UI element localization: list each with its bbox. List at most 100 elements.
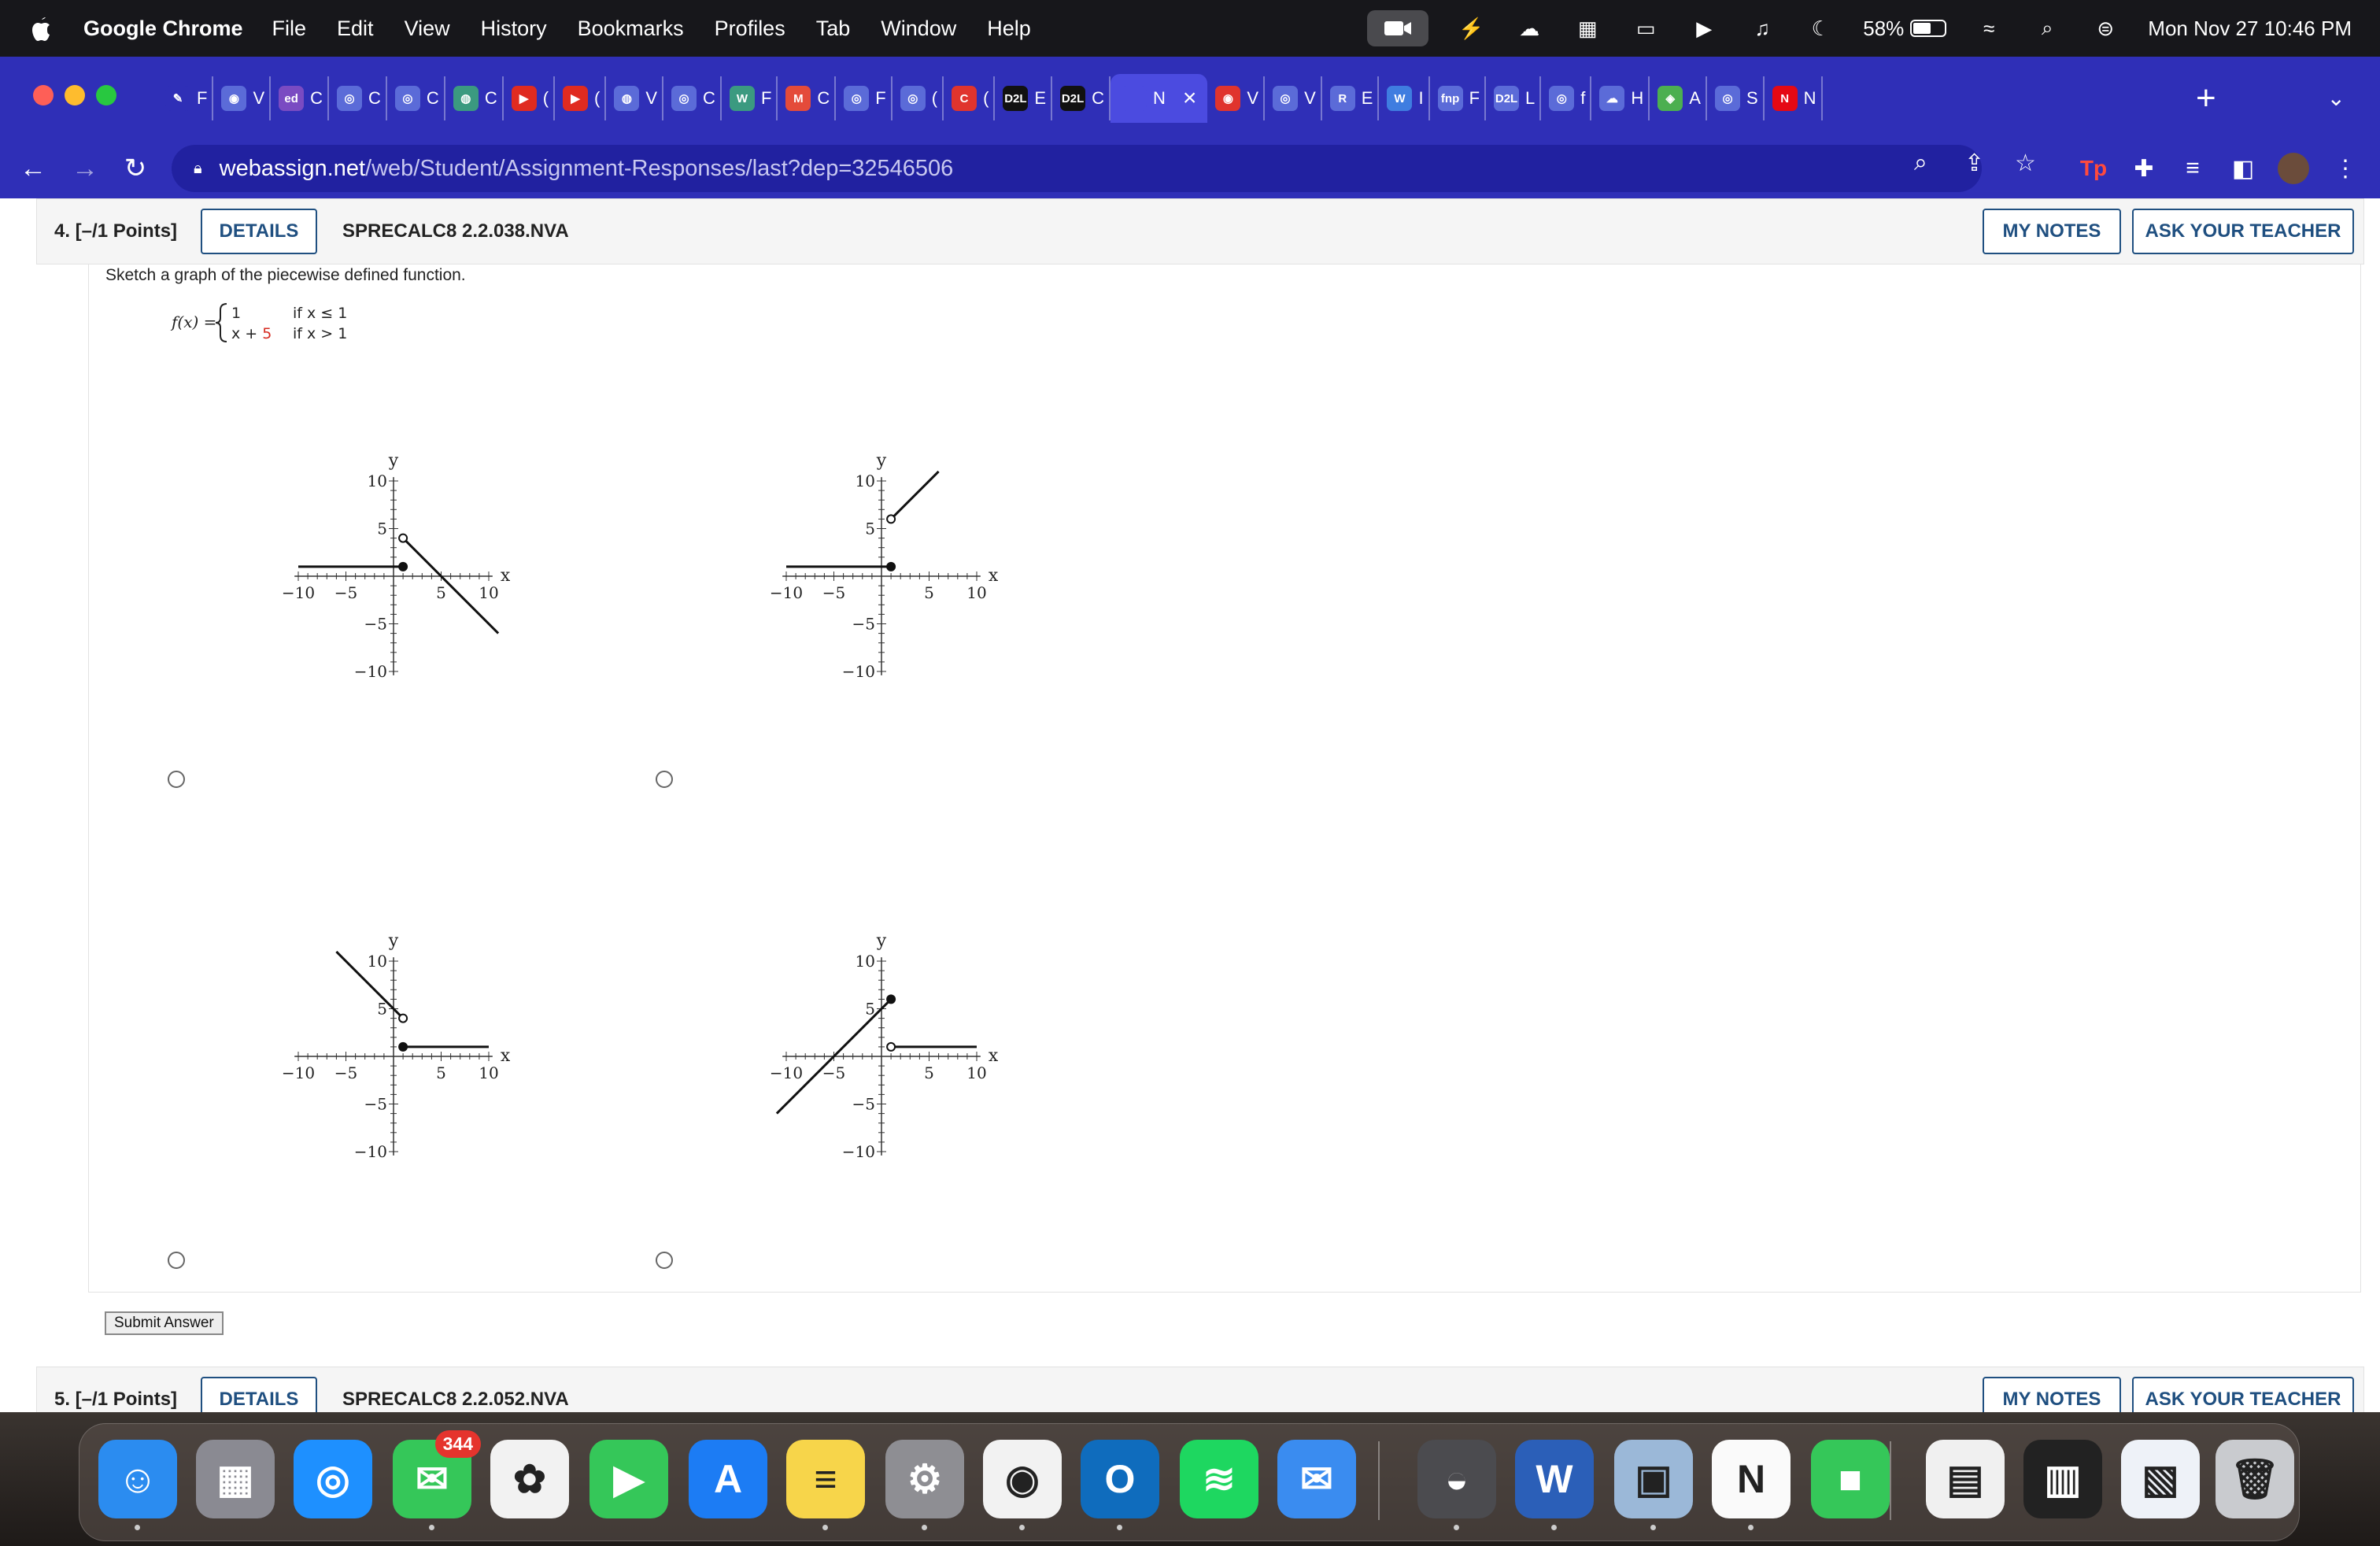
- cloud-icon[interactable]: ☁: [1513, 14, 1545, 43]
- dock-mail-icon[interactable]: ✉: [1277, 1440, 1356, 1518]
- keyboard-icon[interactable]: ▦: [1572, 14, 1603, 43]
- dock-notes-icon[interactable]: ≡: [786, 1440, 865, 1518]
- browser-tab[interactable]: ◎(: [893, 76, 944, 120]
- spotlight-search-icon[interactable]: ⌕: [2031, 14, 2063, 43]
- dock-messages-icon[interactable]: ✉ 344: [393, 1430, 481, 1518]
- browser-tab[interactable]: ☁ H: [1591, 76, 1650, 120]
- answer-b-radio[interactable]: [656, 771, 673, 788]
- chrome-menu-icon[interactable]: ⋮: [2326, 150, 2364, 187]
- browser-tab[interactable]: C(: [944, 76, 996, 120]
- dock-preview-icon[interactable]: ▣: [1614, 1440, 1693, 1518]
- battery-indicator[interactable]: 58%: [1863, 17, 1947, 41]
- browser-tab[interactable]: NN: [1765, 76, 1823, 120]
- display-icon[interactable]: ▭: [1630, 14, 1661, 43]
- menu-window[interactable]: Window: [881, 17, 956, 41]
- dock-word-icon[interactable]: W: [1515, 1440, 1594, 1518]
- new-tab-plus-icon[interactable]: +: [2196, 79, 2216, 118]
- wifi-icon[interactable]: ≈: [1973, 14, 2005, 43]
- dock-facetime-icon[interactable]: ▶: [589, 1440, 668, 1518]
- dock-spotify-icon[interactable]: ≋: [1180, 1440, 1258, 1518]
- control-center-icon[interactable]: ⊜: [2090, 14, 2121, 43]
- question-4-my-notes-button[interactable]: MY NOTES: [1983, 209, 2121, 254]
- dock-chrome-icon[interactable]: ◉: [983, 1440, 1062, 1518]
- back-arrow-icon[interactable]: ←: [14, 150, 52, 187]
- browser-tab[interactable]: D2L C: [1052, 76, 1111, 120]
- browser-tab[interactable]: ◍ V: [606, 76, 664, 120]
- browser-tab[interactable]: ◎ C: [387, 76, 445, 120]
- dock-doc-pdf-icon[interactable]: ▤: [1926, 1440, 2005, 1518]
- browser-tab[interactable]: RE: [1322, 76, 1380, 120]
- moon-icon[interactable]: ☾: [1805, 14, 1836, 43]
- dock-finder-icon[interactable]: ☺: [98, 1440, 177, 1518]
- question-4-ask-teacher-button[interactable]: ASK YOUR TEACHER: [2132, 209, 2354, 254]
- menubar-clock[interactable]: Mon Nov 27 10:46 PM: [2148, 17, 2352, 41]
- profile-avatar[interactable]: [2275, 150, 2312, 187]
- reload-icon[interactable]: ↻: [116, 150, 154, 187]
- dock-outlook-icon[interactable]: O: [1081, 1440, 1159, 1518]
- reading-list-icon[interactable]: ≡: [2174, 150, 2212, 187]
- answer-a-radio[interactable]: [168, 771, 185, 788]
- menu-view[interactable]: View: [405, 17, 450, 41]
- menu-edit[interactable]: Edit: [337, 17, 374, 41]
- browser-tab[interactable]: MC: [778, 76, 837, 120]
- zoom-window-button[interactable]: [96, 85, 116, 105]
- menu-tab[interactable]: Tab: [816, 17, 851, 41]
- browser-tab[interactable]: N ×: [1110, 74, 1208, 123]
- menu-profiles[interactable]: Profiles: [715, 17, 785, 41]
- browser-tab[interactable]: ◈ A: [1650, 76, 1707, 120]
- browser-tab[interactable]: ed C: [271, 76, 330, 120]
- browser-tab[interactable]: ◉ V: [213, 76, 272, 120]
- browser-tab[interactable]: ◎ C: [663, 76, 722, 120]
- browser-tab[interactable]: ◎ f: [1541, 76, 1592, 120]
- airpods-icon[interactable]: ♫: [1746, 14, 1778, 43]
- tab-close-icon[interactable]: ×: [1183, 85, 1197, 112]
- browser-tab[interactable]: D2L E: [995, 76, 1053, 120]
- submit-answer-button[interactable]: Submit Answer: [105, 1311, 224, 1335]
- question-4-details-button[interactable]: DETAILS: [201, 209, 317, 254]
- question-5-ask-teacher-button[interactable]: ASK YOUR TEACHER: [2132, 1377, 2354, 1412]
- browser-tab[interactable]: D2L L: [1486, 76, 1542, 120]
- play-icon[interactable]: ▶: [1688, 14, 1720, 43]
- share-icon[interactable]: ⇪: [1964, 150, 1984, 177]
- video-camera-icon[interactable]: [1367, 10, 1429, 46]
- dock-photos-icon[interactable]: ✿: [490, 1440, 569, 1518]
- dock-zoom-icon[interactable]: ■: [1811, 1440, 1890, 1518]
- minimize-window-button[interactable]: [65, 85, 85, 105]
- browser-tab[interactable]: ▶(: [555, 76, 607, 120]
- zoom-magnifier-icon[interactable]: ⌕: [1914, 150, 1927, 176]
- browser-tab[interactable]: WI: [1379, 76, 1430, 120]
- address-bar[interactable]: 🔒︎ webassign.net/web/Student/Assignment-…: [172, 145, 1982, 192]
- lock-icon[interactable]: 🔒︎: [194, 160, 202, 178]
- dock-system-settings-icon[interactable]: ⚙: [885, 1440, 964, 1518]
- bookmark-star-icon[interactable]: ☆: [2015, 150, 2036, 177]
- dock-notion-icon[interactable]: N: [1712, 1440, 1791, 1518]
- browser-tab[interactable]: ◎ S: [1707, 76, 1765, 120]
- dock-doc-browser-icon[interactable]: ▧: [2121, 1440, 2200, 1518]
- browser-tab[interactable]: WF: [722, 76, 778, 120]
- browser-tab[interactable]: ◉ V: [1207, 76, 1266, 120]
- menu-bookmarks[interactable]: Bookmarks: [578, 17, 684, 41]
- browser-tab[interactable]: ◎ V: [1265, 76, 1322, 120]
- forward-arrow-icon[interactable]: →: [66, 150, 104, 187]
- tab-search-chevron-icon[interactable]: ⌄: [2327, 85, 2345, 111]
- answer-c-radio[interactable]: [168, 1252, 185, 1269]
- browser-tab[interactable]: ◎ C: [329, 76, 387, 120]
- close-window-button[interactable]: [33, 85, 54, 105]
- dock-launchpad-icon[interactable]: ▦: [196, 1440, 275, 1518]
- dock-safari-icon[interactable]: ◎: [294, 1440, 372, 1518]
- menu-file[interactable]: File: [272, 17, 307, 41]
- dock-app-store-icon[interactable]: A: [689, 1440, 767, 1518]
- answer-d-radio[interactable]: [656, 1252, 673, 1269]
- browser-tab[interactable]: ◍ C: [445, 76, 504, 120]
- menu-app-name[interactable]: Google Chrome: [83, 17, 243, 41]
- browser-tab[interactable]: ▶(: [504, 76, 556, 120]
- extensions-puzzle-icon[interactable]: ✚: [2125, 150, 2163, 187]
- dock-doc-screen-icon[interactable]: ▥: [2023, 1440, 2102, 1518]
- browser-tab[interactable]: ✎ F: [157, 76, 214, 120]
- question-5-my-notes-button[interactable]: MY NOTES: [1983, 1377, 2121, 1412]
- extension-tp-icon[interactable]: Tp: [2075, 150, 2112, 187]
- dock-app-1-icon[interactable]: ◒: [1417, 1440, 1496, 1518]
- menu-help[interactable]: Help: [987, 17, 1031, 41]
- dock-trash-icon[interactable]: 🗑: [2216, 1440, 2294, 1518]
- browser-tab[interactable]: ◎ F: [836, 76, 893, 120]
